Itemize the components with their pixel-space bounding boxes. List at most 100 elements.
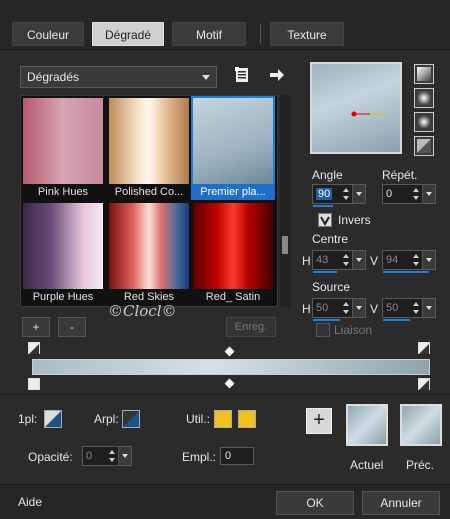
background-label: Arpl: bbox=[94, 412, 119, 426]
stop-top-left[interactable] bbox=[28, 342, 40, 354]
chevron-down-icon[interactable] bbox=[352, 251, 365, 269]
library-scrollbar[interactable] bbox=[280, 95, 290, 307]
gradient-item-red-skies[interactable]: Red Skies bbox=[107, 201, 191, 305]
remove-gradient-button[interactable]: - bbox=[58, 317, 86, 337]
chevron-down-icon[interactable] bbox=[422, 185, 435, 203]
invert-label: Invers bbox=[338, 213, 371, 227]
gradient-library-grid: Pink Hues Polished Co... Premier pla... … bbox=[20, 95, 278, 307]
help-link[interactable]: Aide bbox=[18, 495, 42, 509]
spinner-arrows-icon[interactable] bbox=[411, 299, 421, 317]
scrollbar-thumb[interactable] bbox=[282, 236, 288, 254]
gradient-item-purple-hues[interactable]: Purple Hues bbox=[21, 201, 105, 305]
gradient-item-premier-plan[interactable]: Premier pla... bbox=[191, 96, 275, 200]
center-h-value: 43 bbox=[316, 254, 329, 266]
gradient-swatch bbox=[193, 98, 273, 184]
chevron-down-icon[interactable] bbox=[352, 299, 365, 317]
current-swatch[interactable] bbox=[346, 404, 388, 446]
gradient-center-marker[interactable] bbox=[350, 106, 390, 117]
chevron-down-icon[interactable] bbox=[352, 185, 365, 203]
chevron-down-icon[interactable] bbox=[422, 299, 435, 317]
add-to-swatches-button[interactable]: + bbox=[306, 408, 332, 434]
style-rectangular-button[interactable] bbox=[414, 88, 434, 108]
color-stop-left[interactable] bbox=[28, 378, 40, 390]
opacity-label: Opacité: bbox=[28, 450, 73, 464]
arrow-right-icon[interactable] bbox=[268, 66, 288, 86]
spinner-arrows-icon[interactable] bbox=[411, 251, 421, 269]
util-label: Util.: bbox=[186, 412, 210, 426]
source-h-label: H bbox=[302, 302, 311, 316]
link-checkbox[interactable] bbox=[316, 323, 330, 337]
midpoint-marker-top[interactable] bbox=[224, 346, 235, 357]
style-radial-button[interactable] bbox=[414, 112, 434, 132]
util-color-swatch-1[interactable] bbox=[214, 410, 232, 428]
tab-couleur[interactable]: Couleur bbox=[12, 22, 84, 46]
background-stop-icon[interactable] bbox=[122, 410, 140, 428]
angle-slider-bar[interactable] bbox=[313, 205, 333, 207]
color-stop-right[interactable] bbox=[418, 378, 430, 390]
source-h-slider-bar[interactable] bbox=[313, 319, 340, 321]
library-options-icon[interactable] bbox=[234, 66, 254, 86]
invert-checkbox[interactable] bbox=[318, 213, 332, 227]
spinner-arrows-icon[interactable] bbox=[107, 447, 117, 465]
source-v-spinner[interactable]: 50 bbox=[382, 298, 436, 321]
spinner-arrows-icon[interactable] bbox=[341, 299, 351, 317]
midpoint-marker-bottom[interactable] bbox=[224, 378, 235, 389]
stop-top-right[interactable] bbox=[418, 342, 430, 354]
library-dropdown[interactable]: Dégradés bbox=[20, 66, 217, 88]
location-value-field[interactable]: 0 bbox=[220, 447, 254, 465]
center-h-label: H bbox=[302, 254, 311, 268]
divider bbox=[0, 394, 450, 395]
gradient-preview[interactable] bbox=[310, 62, 402, 154]
gradient-editor bbox=[28, 342, 432, 392]
repeat-value: 0 bbox=[386, 188, 393, 200]
ok-button[interactable]: OK bbox=[276, 491, 354, 515]
angle-label: Angle bbox=[312, 168, 343, 182]
util-color-swatch-2[interactable] bbox=[238, 410, 256, 428]
gradient-item-red-satin[interactable]: Red_ Satin bbox=[191, 201, 275, 305]
source-h-value: 50 bbox=[316, 302, 329, 314]
tab-bar: Couleur Dégradé Motif Texture bbox=[0, 0, 450, 50]
gradient-item-polished-copper[interactable]: Polished Co... bbox=[107, 96, 191, 200]
source-label: Source bbox=[312, 280, 351, 294]
repeat-spinner[interactable]: 0 bbox=[382, 184, 436, 204]
gradient-panel: Dégradés Pink Hues Polished Co... Premie… bbox=[0, 50, 450, 519]
save-gradient-button[interactable]: Enreg. bbox=[226, 317, 276, 337]
center-v-spinner[interactable]: 94 bbox=[382, 250, 436, 273]
add-gradient-button[interactable]: + bbox=[22, 317, 50, 337]
opacity-value: 0 bbox=[86, 450, 93, 462]
library-dropdown-value: Dégradés bbox=[27, 70, 80, 84]
gradient-swatch bbox=[23, 98, 103, 184]
angle-spinner[interactable]: 90 bbox=[312, 184, 366, 207]
current-label: Actuel bbox=[350, 458, 384, 472]
source-v-value: 50 bbox=[386, 302, 399, 314]
tab-degrade[interactable]: Dégradé bbox=[92, 22, 164, 46]
foreground-stop-icon[interactable] bbox=[44, 410, 62, 428]
center-h-slider-bar[interactable] bbox=[313, 271, 337, 273]
source-v-slider-bar[interactable] bbox=[383, 319, 410, 321]
previous-swatch[interactable] bbox=[400, 404, 442, 446]
center-label: Centre bbox=[312, 232, 349, 246]
cancel-button[interactable]: Annuler bbox=[362, 491, 440, 515]
gradient-item-label: Polished Co... bbox=[114, 186, 184, 198]
style-linear-button[interactable] bbox=[414, 64, 434, 84]
tab-texture[interactable]: Texture bbox=[270, 22, 344, 46]
gradient-bar[interactable] bbox=[32, 359, 430, 375]
chevron-down-icon[interactable] bbox=[118, 447, 131, 465]
center-v-slider-bar[interactable] bbox=[383, 271, 429, 273]
source-h-spinner[interactable]: 50 bbox=[312, 298, 366, 321]
dialog-footer: Aide OK Annuler bbox=[0, 484, 450, 519]
angle-value: 90 bbox=[316, 188, 333, 200]
center-v-value: 94 bbox=[386, 254, 399, 266]
spinner-arrows-icon[interactable] bbox=[341, 185, 351, 203]
tab-motif[interactable]: Motif bbox=[172, 22, 246, 46]
spinner-arrows-icon[interactable] bbox=[341, 251, 351, 269]
opacity-spinner[interactable]: 0 bbox=[82, 446, 132, 466]
gradient-item-pink-hues[interactable]: Pink Hues bbox=[21, 96, 105, 200]
gradient-item-label: Red_ Satin bbox=[205, 291, 261, 303]
gradient-item-label: Premier pla... bbox=[191, 184, 275, 200]
chevron-down-icon[interactable] bbox=[422, 251, 435, 269]
center-h-spinner[interactable]: 43 bbox=[312, 250, 366, 273]
repeat-label: Répét. bbox=[382, 168, 418, 182]
spinner-arrows-icon[interactable] bbox=[411, 185, 421, 203]
style-sunburst-button[interactable] bbox=[414, 136, 434, 156]
